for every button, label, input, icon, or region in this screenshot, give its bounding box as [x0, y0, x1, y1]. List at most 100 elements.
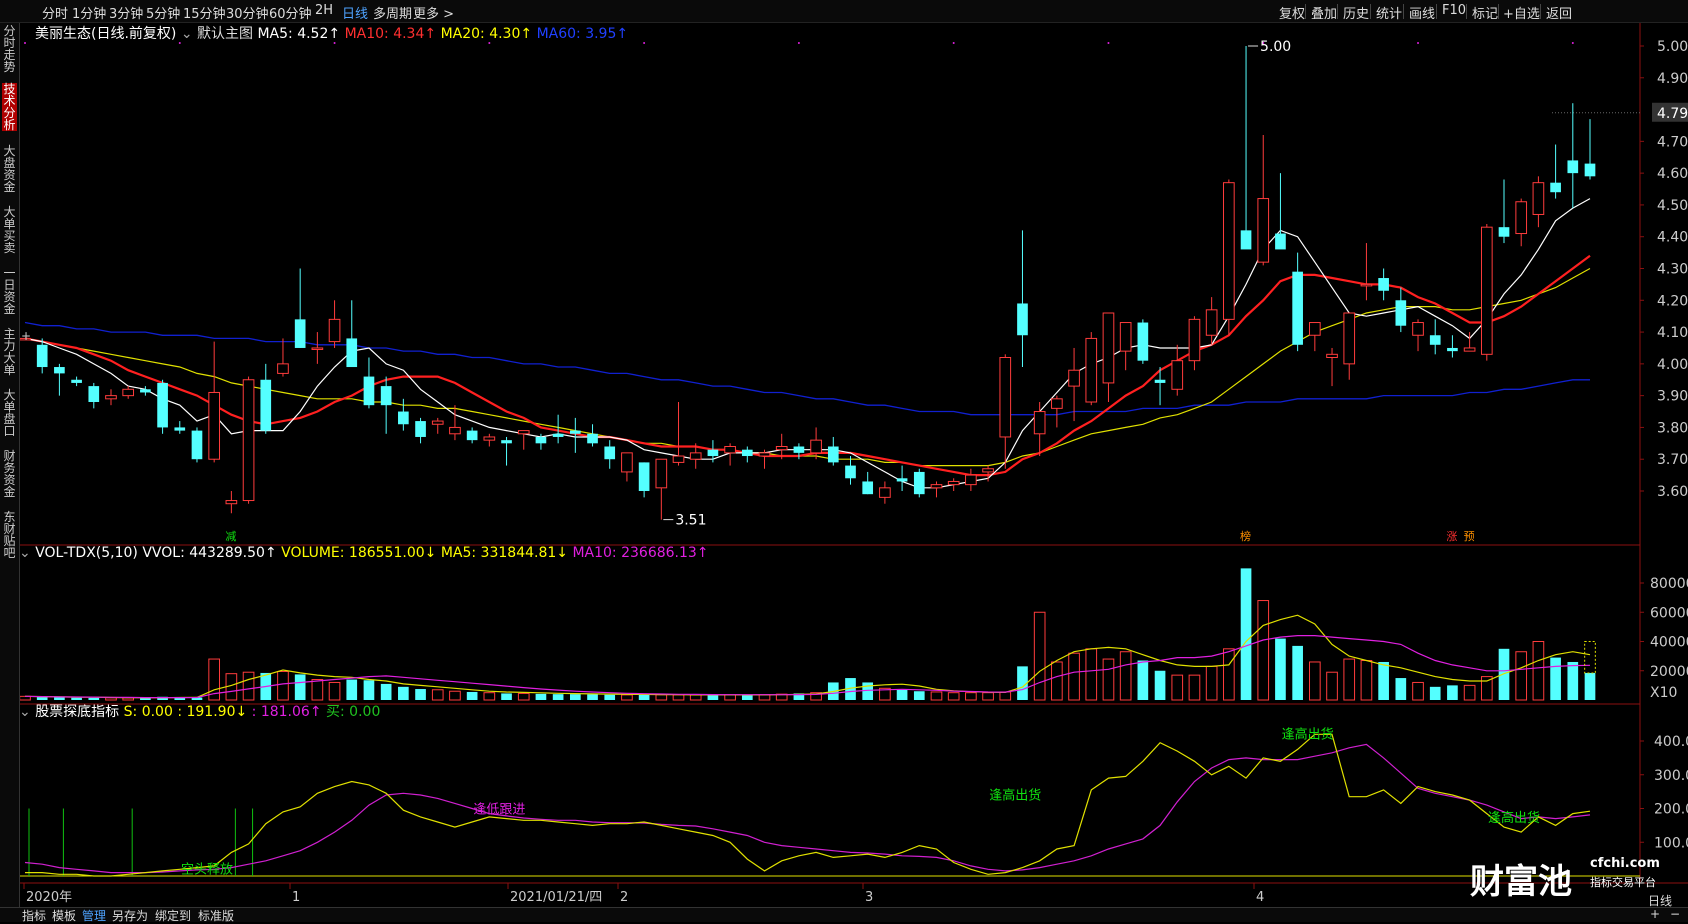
candle-body — [1515, 201, 1528, 235]
candle-body — [225, 500, 238, 505]
candle-body — [1429, 335, 1441, 345]
volume-bar — [587, 694, 598, 700]
volume-axis-label: 40000 — [1650, 635, 1688, 651]
side-tab-timeshare[interactable]: 分时走势 — [2, 25, 17, 73]
price-axis-label: 3.80 — [1657, 420, 1688, 436]
side-tab-daily-funds[interactable]: 一日资金 — [2, 267, 17, 315]
top-marker-dot — [1107, 42, 1110, 44]
candle-body — [604, 446, 616, 460]
high-price-label: 5.00 — [1260, 39, 1291, 55]
add-watchlist-button[interactable]: +自选 — [1503, 3, 1540, 22]
volume-bar — [431, 689, 444, 701]
volume-projection — [1584, 641, 1596, 674]
tab-2h[interactable]: 2H — [315, 3, 333, 18]
candle-body — [1051, 398, 1063, 409]
indicator-axis-label: 100.0 — [1654, 835, 1688, 851]
side-tab-big-orders[interactable]: 大单买卖 — [2, 206, 17, 254]
tab-more[interactable]: 更多 > — [413, 3, 454, 22]
tab-bind-to[interactable]: 绑定到 — [155, 907, 191, 924]
volume-axis-label: 80000 — [1650, 576, 1688, 592]
divider — [1403, 4, 1404, 19]
volume-bar — [501, 693, 512, 700]
candle-body — [1119, 322, 1132, 352]
tab-60min[interactable]: 60分钟 — [269, 3, 312, 22]
overlay-button[interactable]: 叠加 — [1311, 3, 1337, 22]
f10-button[interactable]: F10 — [1442, 3, 1466, 18]
candle-body — [1257, 198, 1270, 263]
candle-body — [1085, 337, 1098, 403]
tab-1min[interactable]: 1分钟 — [72, 3, 106, 22]
signal-label: 逢低跟进 — [473, 803, 525, 818]
period-toolbar: 分时 1分钟 3分钟 5分钟 15分钟 30分钟 60分钟 2H 日线 多周期 … — [0, 0, 1688, 23]
divider — [1337, 4, 1338, 19]
draw-button[interactable]: 画线 — [1409, 3, 1435, 22]
tab-save-as[interactable]: 另存为 — [112, 907, 148, 924]
tab-30min[interactable]: 30分钟 — [226, 3, 269, 22]
price-axis-label: 4.30 — [1657, 262, 1688, 278]
mark-button[interactable]: 标记 — [1472, 3, 1498, 22]
date-axis-label: 4 — [1256, 890, 1264, 905]
left-side-tabs: 分时走势 技术分析 大盘资金 大单买卖 一日资金 主力大单 大单盘口 财务资金 … — [0, 23, 20, 907]
side-tab-market-funds[interactable]: 大盘资金 — [2, 145, 17, 193]
date-axis-label: 2020年 — [26, 890, 72, 905]
side-tab-finance[interactable]: 财务资金 — [2, 450, 17, 498]
tab-5min[interactable]: 5分钟 — [146, 3, 180, 22]
volume-bar — [1584, 672, 1596, 700]
volume-axis-label: 60000 — [1650, 605, 1688, 621]
volume-bar — [1326, 671, 1338, 701]
stats-button[interactable]: 统计 — [1376, 3, 1402, 22]
side-tab-forum[interactable]: 东财贴吧 — [2, 511, 17, 559]
tab-daily[interactable]: 日线 — [342, 3, 368, 22]
back-button[interactable]: 返回 — [1546, 3, 1572, 22]
volume-bar — [569, 694, 581, 700]
tab-template[interactable]: 模板 — [52, 907, 76, 924]
divider — [1498, 4, 1499, 19]
adjust-button[interactable]: 复权 — [1279, 3, 1305, 22]
tab-manage[interactable]: 管理 — [82, 907, 106, 924]
divider — [1540, 4, 1541, 19]
candle-body — [689, 452, 702, 460]
volume-bar — [517, 692, 530, 701]
volume-bar — [741, 695, 753, 700]
candle-body — [242, 379, 255, 502]
volume-bar — [466, 691, 478, 700]
candle-body — [311, 347, 324, 350]
zoom-out-button[interactable]: − — [1670, 907, 1680, 921]
side-tab-order-book[interactable]: 大单盘口 — [2, 389, 17, 437]
volume-bar — [1360, 660, 1373, 701]
top-marker-dot — [952, 42, 955, 44]
volume-bar — [535, 693, 547, 700]
tab-standard[interactable]: 标准版 — [198, 907, 234, 924]
candle-body — [346, 338, 358, 368]
volume-bar — [1412, 681, 1424, 701]
side-tab-main-force[interactable]: 主力大单 — [2, 328, 17, 376]
volume-bar — [913, 691, 925, 700]
tab-timeshare[interactable]: 分时 — [42, 3, 68, 22]
tab-multi-period[interactable]: 多周期 — [373, 3, 412, 22]
candle-body — [1205, 309, 1218, 336]
candle-body — [982, 468, 994, 473]
volume-bar — [1498, 648, 1510, 700]
candle-body — [1033, 411, 1046, 435]
tab-15min[interactable]: 15分钟 — [183, 3, 226, 22]
candle-body — [1102, 312, 1115, 384]
zoom-in-button[interactable]: + — [1650, 907, 1660, 921]
candle-body — [862, 481, 874, 495]
top-marker-dot — [24, 42, 26, 44]
volume-bar — [277, 670, 289, 701]
ma10-line — [24, 254, 1591, 477]
volume-bar — [71, 697, 82, 700]
volume-unit-label: X10 — [1650, 685, 1677, 701]
volume-bar — [1343, 658, 1356, 701]
tab-indicator[interactable]: 指标 — [22, 907, 46, 924]
history-button[interactable]: 历史 — [1343, 3, 1369, 22]
date-axis-label: 3 — [865, 890, 873, 905]
side-tab-technical[interactable]: 技术分析 — [2, 83, 17, 131]
kline-chart[interactable]: 5.00 4.90 4.70 4.60 4.50 4.40 4.30 4.20 4.10 4.00… — [20, 23, 1688, 907]
volume-bar — [655, 694, 668, 701]
candle-body — [965, 474, 977, 486]
top-marker-dot — [643, 42, 646, 44]
volume-bar — [621, 694, 633, 701]
tab-3min[interactable]: 3分钟 — [109, 3, 143, 22]
volume-bar — [638, 694, 650, 700]
